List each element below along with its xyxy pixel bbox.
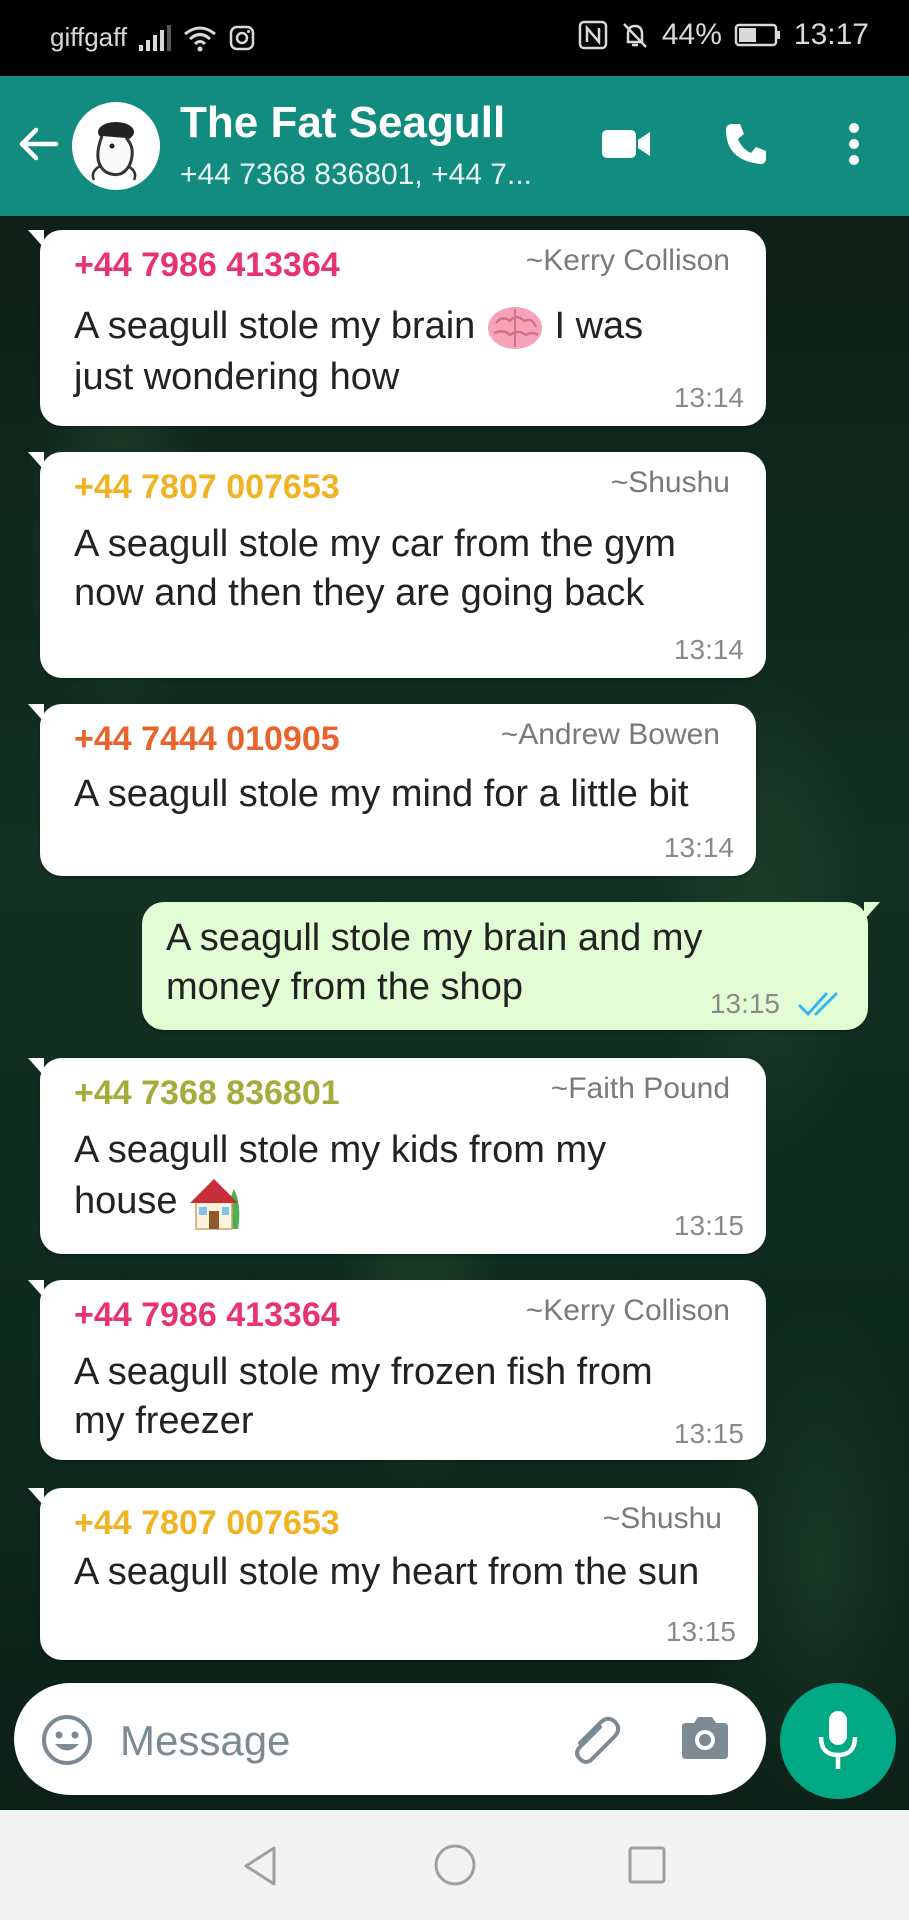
microphone-icon — [818, 1711, 858, 1769]
battery-icon — [734, 23, 780, 47]
status-bar: giffgaff 44% 13:17 — [0, 0, 909, 76]
outgoing-message-bubble[interactable]: A seagull stole my brain and my money fr… — [142, 902, 880, 1030]
message-bubble[interactable]: +44 7807 007653 ~Shushu A seagull stole … — [28, 1488, 758, 1660]
wifi-icon — [184, 26, 217, 51]
phone-icon[interactable] — [722, 120, 770, 168]
back-arrow-icon[interactable] — [14, 120, 62, 168]
message-time: 13:15 — [709, 988, 780, 1019]
nav-home-icon[interactable] — [432, 1842, 478, 1888]
group-avatar[interactable] — [72, 102, 160, 190]
sender-number[interactable]: +44 7444 010905 — [74, 720, 340, 759]
message-time: 13:15 — [673, 1210, 744, 1241]
battery-percent: 44% — [661, 18, 722, 51]
system-navigation-bar — [0, 1810, 909, 1920]
message-bubble[interactable]: +44 7986 413364 ~Kerry Collison A seagul… — [28, 1280, 766, 1460]
sender-alias: ~Faith Pound — [550, 1072, 730, 1105]
clock: 13:17 — [793, 18, 869, 51]
message-text: A seagull stole my frozen fish from my f… — [74, 1351, 653, 1442]
message-text: A seagull stole my car from the gym now … — [74, 523, 676, 614]
house-emoji — [190, 1179, 240, 1230]
sender-number[interactable]: +44 7807 007653 — [74, 1504, 340, 1543]
sender-number[interactable]: +44 7368 836801 — [74, 1074, 340, 1113]
message-text: A seagull stole my kids from my house — [74, 1126, 606, 1231]
message-text: A seagull stole my brain and my money fr… — [166, 917, 703, 1008]
sender-number[interactable]: +44 7807 007653 — [74, 468, 340, 507]
sender-alias: ~Kerry Collison — [525, 244, 730, 277]
more-options-icon[interactable] — [842, 120, 866, 168]
message-time: 13:15 — [665, 1616, 736, 1647]
message-time: 13:14 — [673, 382, 744, 413]
message-bubble[interactable]: +44 7807 007653 ~Shushu A seagull stole … — [28, 452, 766, 678]
brain-emoji — [487, 306, 542, 349]
camera-icon[interactable] — [678, 1713, 732, 1763]
sender-number[interactable]: +44 7986 413364 — [74, 246, 340, 285]
message-bubble[interactable]: +44 7986 413364 ~Kerry Collison A seagul… — [28, 230, 766, 426]
video-call-icon[interactable] — [600, 124, 652, 164]
message-input[interactable]: Message — [120, 1717, 290, 1765]
message-text: A seagull stole my brain I was just wond… — [74, 302, 643, 402]
emoji-icon[interactable] — [40, 1713, 94, 1767]
sender-alias: ~Kerry Collison — [525, 1294, 730, 1327]
double-check-icon — [798, 992, 838, 1017]
carrier-label: giffgaff — [50, 22, 128, 52]
mute-bell-icon — [622, 23, 647, 48]
seagull-avatar-icon — [91, 122, 137, 181]
signal-icon — [139, 24, 172, 51]
chat-participants[interactable]: +44 7368 836801, +44 7... — [180, 158, 532, 192]
message-text: A seagull stole my mind for a little bit — [74, 773, 689, 815]
attach-icon[interactable] — [568, 1713, 624, 1767]
nav-back-icon[interactable] — [240, 1844, 280, 1888]
chat-title[interactable]: The Fat Seagull — [180, 98, 505, 148]
sender-alias: ~Andrew Bowen — [500, 718, 720, 751]
message-bubble[interactable]: +44 7444 010905 ~Andrew Bowen A seagull … — [28, 704, 756, 876]
sender-alias: ~Shushu — [610, 466, 730, 499]
nfc-icon — [578, 20, 608, 50]
instagram-icon — [229, 25, 255, 50]
sender-number[interactable]: +44 7986 413364 — [74, 1296, 340, 1335]
message-time: 13:14 — [673, 634, 744, 665]
message-input-bar[interactable]: Message — [14, 1683, 766, 1795]
message-time: 13:14 — [663, 832, 734, 863]
voice-record-button[interactable] — [780, 1683, 896, 1799]
message-text: A seagull stole my heart from the sun — [74, 1551, 700, 1593]
message-time: 13:15 — [673, 1418, 744, 1449]
chat-header: The Fat Seagull +44 7368 836801, +44 7..… — [0, 76, 909, 216]
sender-alias: ~Shushu — [602, 1502, 722, 1535]
message-bubble[interactable]: +44 7368 836801 ~Faith Pound A seagull s… — [28, 1058, 766, 1254]
nav-recents-icon[interactable] — [626, 1844, 668, 1886]
